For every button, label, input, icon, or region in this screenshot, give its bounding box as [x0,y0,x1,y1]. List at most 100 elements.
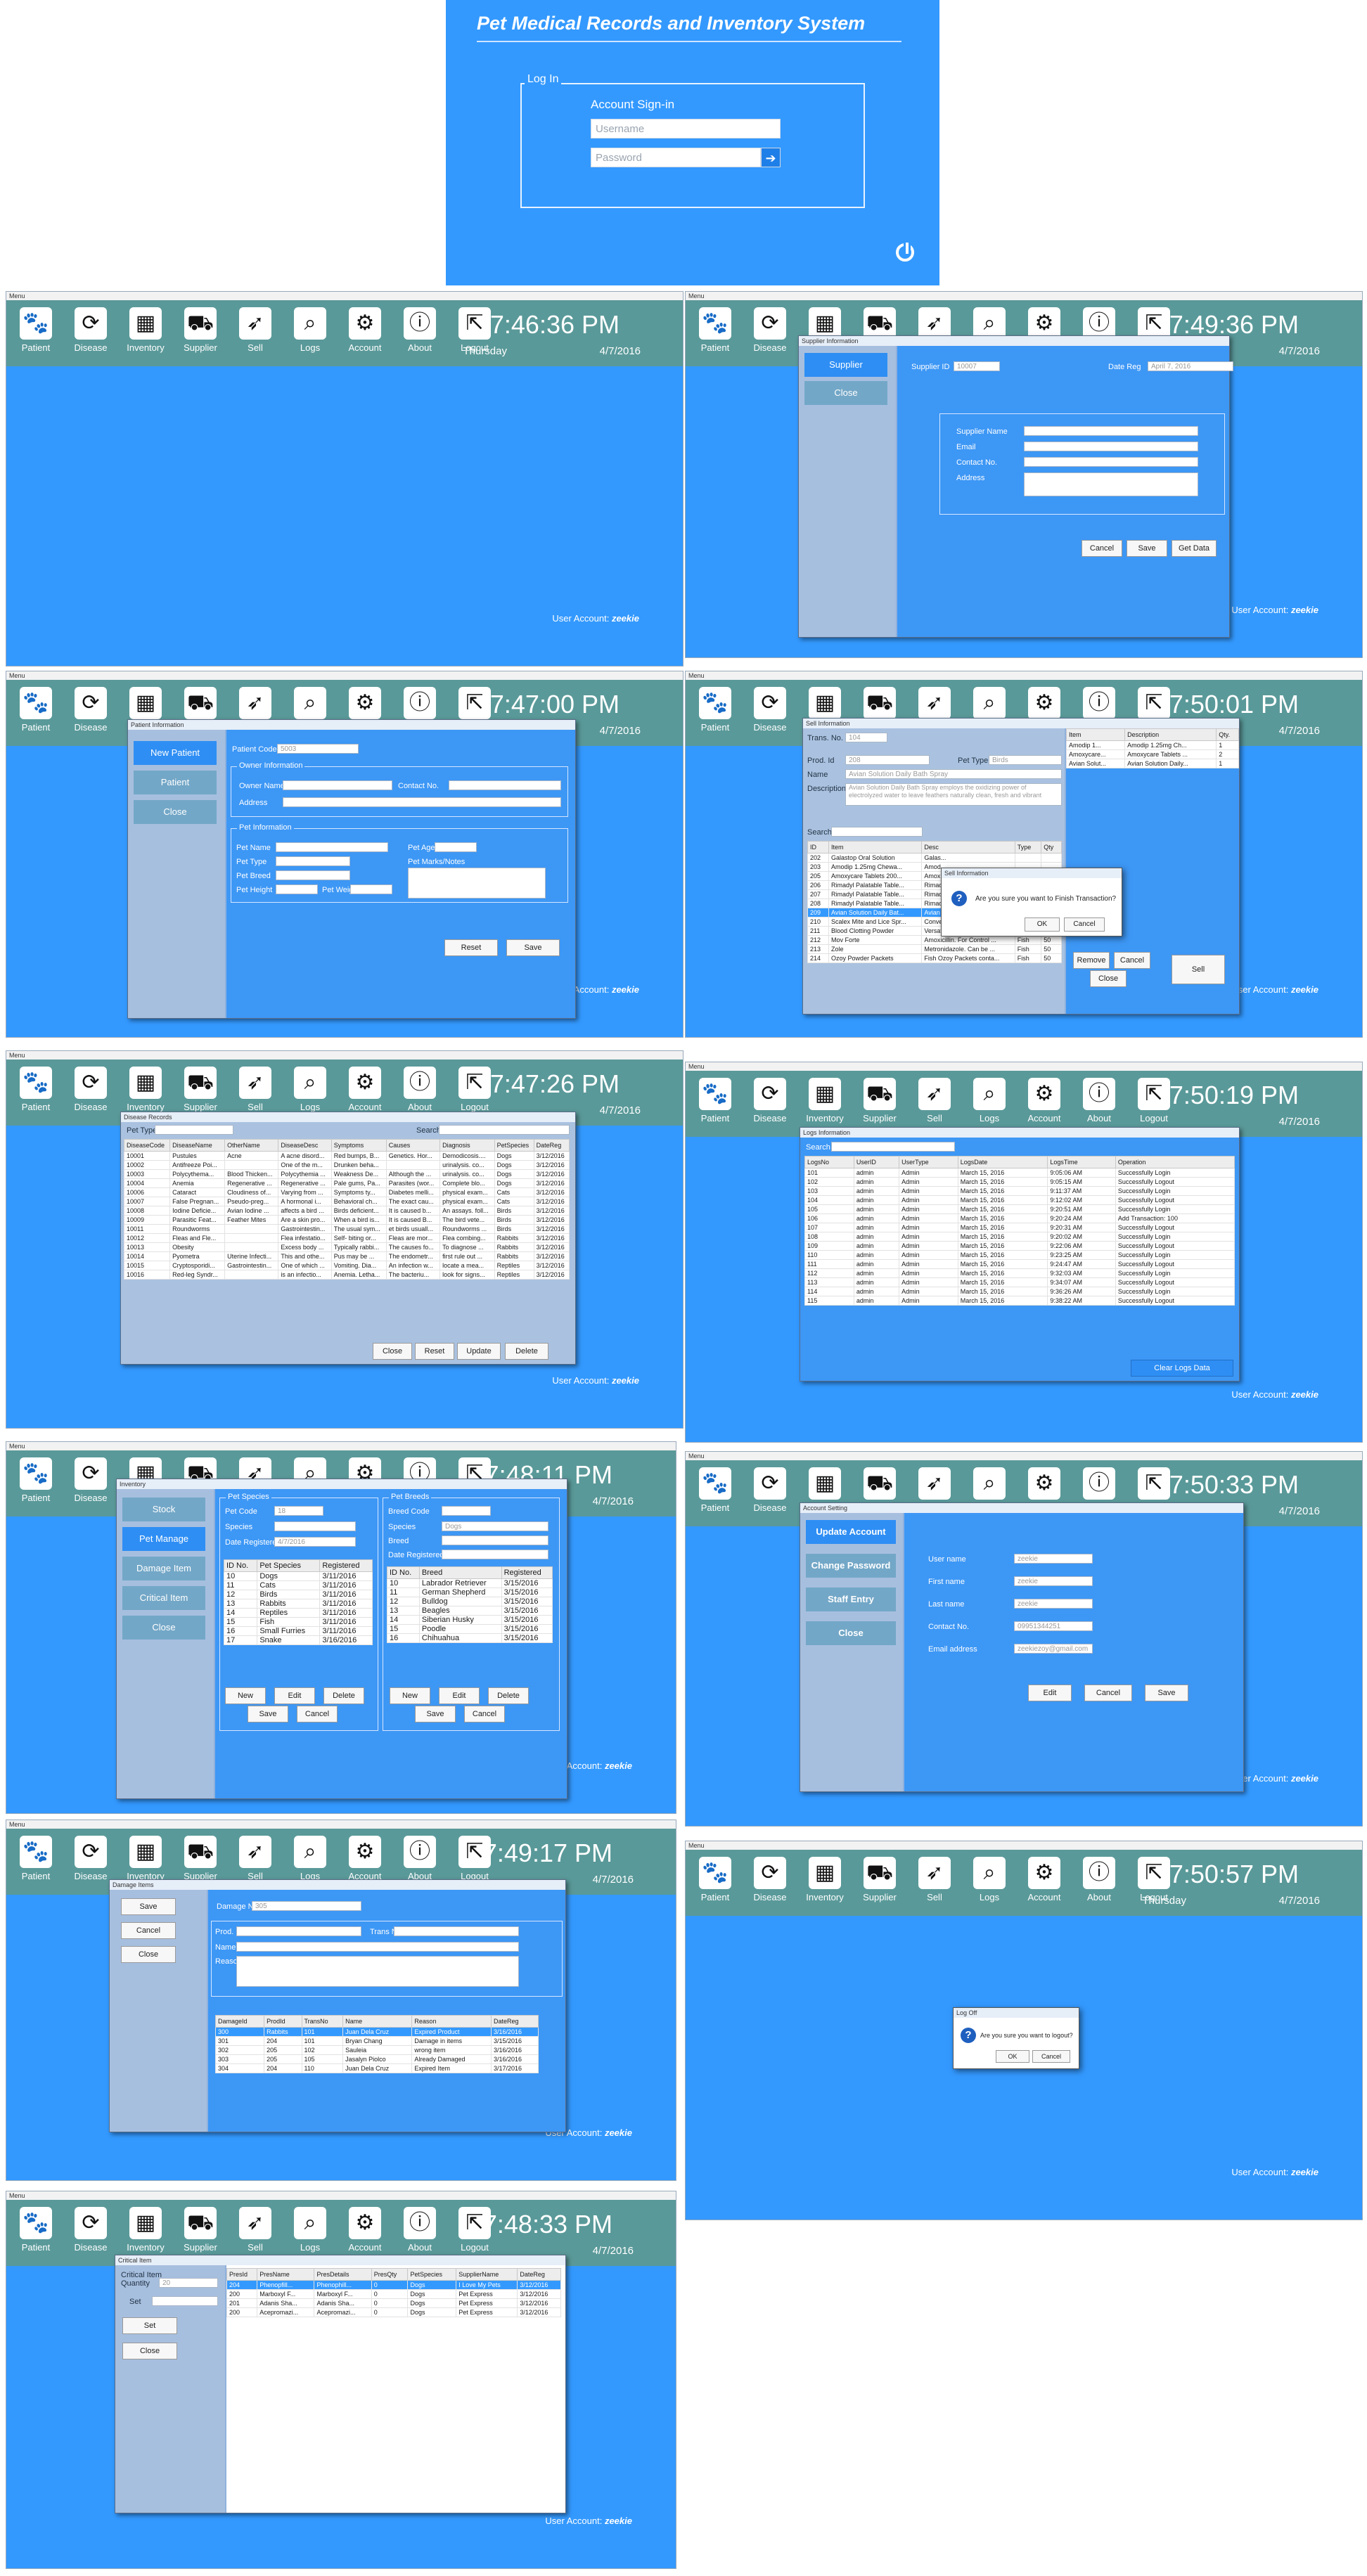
contact-field[interactable]: 09951344251 [1014,1621,1093,1631]
toolbar-disease-button[interactable]: ⟳ Disease [746,1467,794,1513]
toolbar-patient-button[interactable]: 🐾 Patient [12,2207,60,2253]
toolbar-supplier-button[interactable]: ⛟ Supplier [177,2207,224,2253]
column-header[interactable]: Description [1124,728,1217,741]
menu-bar[interactable]: Menu [686,1841,1362,1850]
menu-bar[interactable]: Menu [686,292,1362,300]
toolbar-about-button[interactable]: ⓘ About [396,307,444,353]
column-header[interactable]: Breed [418,1566,502,1579]
column-header[interactable]: UserID [853,1156,900,1168]
get-data-button[interactable]: Get Data [1172,540,1217,557]
toolbar-disease-button[interactable]: ⟳ Disease [67,307,115,353]
toolbar-inventory-button[interactable]: ▦ Inventory [801,1857,849,1902]
column-header[interactable]: DiseaseCode [123,1139,171,1152]
disease-table[interactable]: DiseaseCode DiseaseName OtherName DiseaseDe… [123,1139,570,1280]
menu-bar[interactable]: Menu [6,2191,676,2200]
table-row[interactable]: 10 Dogs 3/11/2016 [223,1571,373,1581]
toolbar-account-button[interactable]: ⚙ Account [1020,1857,1068,1902]
table-row[interactable]: 204 Phenopfill... Phenophill... 0 Dogs I Love… [226,2280,561,2290]
reset-button[interactable]: Reset [415,1343,454,1360]
toolbar-disease-button[interactable]: ⟳ Disease [67,1457,115,1503]
close-button[interactable]: Close [121,1946,176,1963]
table-row[interactable]: 115 admin Admin March 15, 2016 9:38:22 AM Suc… [804,1296,1236,1306]
toolbar-sell-button[interactable]: ➶ Sell [231,1067,279,1112]
set-button[interactable]: Set [122,2317,177,2334]
damage-no-field[interactable]: 305 [252,1901,361,1911]
column-header[interactable]: Qty. [1216,728,1239,741]
table-row[interactable]: 104 admin Admin March 15, 2016 9:12:02 AM Suc… [804,1195,1236,1205]
toolbar-inventory-button[interactable]: ▦ Inventory [122,1067,169,1112]
toolbar-disease-button[interactable]: ⟳ Disease [746,1078,794,1123]
toolbar-logs-button[interactable]: ⌕ Logs [286,1067,334,1112]
patient-code-field[interactable]: 5003 [277,744,359,754]
breed-table[interactable]: ID No. Breed Registered 10 Labrador Retrieve… [387,1566,553,1643]
sign-in-arrow-icon[interactable]: ➔ [761,148,781,167]
column-header[interactable]: DateReg [517,2268,561,2281]
toolbar-about-button[interactable]: ⓘ About [1075,1857,1123,1902]
column-header[interactable]: DamageId [214,2015,265,2028]
cancel-breed-button[interactable]: Cancel [464,1706,505,1722]
set-field[interactable] [152,2296,218,2306]
toolbar-patient-button[interactable]: 🐾 Patient [691,1857,739,1902]
close-button[interactable]: Close [1090,970,1127,987]
table-row[interactable]: 12 Bulldog 3/15/2016 [387,1597,553,1606]
column-header[interactable]: Name [342,2015,413,2028]
close-button[interactable]: Close [122,2343,177,2359]
menu-bar[interactable]: Menu [6,1442,676,1450]
column-header[interactable]: Registered [319,1559,373,1572]
table-row[interactable]: 213 Zole Metronidazole. Can be ... Fish 50 [807,944,1062,954]
power-icon[interactable] [896,240,914,262]
column-header[interactable]: LogsTime [1047,1156,1116,1168]
table-row[interactable]: Amodip 1... Amodip 1.25mg Ch... 1 [1065,740,1239,750]
email-field[interactable]: zeekiezoy@gmail.com [1014,1644,1093,1654]
table-row[interactable]: 13 Beagles 3/15/2016 [387,1606,553,1616]
close-tab[interactable]: Close [806,1621,896,1645]
close-tab[interactable]: Close [134,800,217,824]
table-row[interactable]: 110 admin Admin March 15, 2016 9:23:25 AM Suc… [804,1250,1236,1260]
table-row[interactable]: 10002 Antifreeze Poi... One of the m... Dru… [123,1160,570,1170]
menu-bar[interactable]: Menu [6,671,683,680]
table-row[interactable]: 13 Rabbits 3/11/2016 [223,1599,373,1609]
pet-name-field[interactable] [276,842,388,852]
column-header[interactable]: Pet Species [257,1559,321,1572]
column-header[interactable]: Diagnosis [439,1139,495,1152]
toolbar-patient-button[interactable]: 🐾 Patient [691,1078,739,1123]
menu-bar[interactable]: Menu [6,1051,683,1060]
table-row[interactable]: 105 admin Admin March 15, 2016 9:20:51 AM Suc… [804,1204,1236,1214]
toolbar-patient-button[interactable]: 🐾 Patient [691,307,739,353]
toolbar-patient-button[interactable]: 🐾 Patient [12,307,60,353]
table-row[interactable]: 10013 Obesity Excess body ... Typically rab… [123,1242,570,1252]
delete-species-button[interactable]: Delete [323,1687,364,1704]
table-row[interactable]: 301 204 101 Bryan Chang Damage in items 3/15/… [214,2036,539,2046]
pet-height-field[interactable] [276,884,318,894]
clear-logs-button[interactable]: Clear Logs Data [1131,1360,1233,1377]
stock-tab[interactable]: Stock [122,1498,205,1521]
supplier-id-field[interactable]: 10007 [954,361,1000,371]
column-header[interactable]: ID No. [223,1559,258,1572]
critical-table[interactable]: PresId PresName PresDetails PresQty PetSpeci… [226,2268,561,2317]
email-field[interactable] [1024,442,1198,451]
reason-field[interactable] [236,1956,519,1987]
toolbar-sell-button[interactable]: ➶ Sell [231,307,279,353]
first-name-field[interactable]: zeekie [1014,1576,1093,1586]
column-header[interactable]: LogsDate [957,1156,1048,1168]
table-row[interactable]: 112 admin Admin March 15, 2016 9:32:03 AM Suc… [804,1268,1236,1278]
column-header[interactable]: ProdId [264,2015,302,2028]
table-row[interactable]: 111 admin Admin March 15, 2016 9:24:47 AM Suc… [804,1259,1236,1269]
column-header[interactable]: PresDetails [314,2268,372,2281]
save-button[interactable]: Save [121,1898,176,1915]
menu-bar[interactable]: Menu [686,671,1362,680]
column-header[interactable]: Type [1014,841,1042,854]
edit-button[interactable]: Edit [1028,1685,1072,1701]
table-row[interactable]: 303 205 105 Jasalyn Piolco Already Damaged 3/… [214,2054,539,2064]
damage-table[interactable]: DamageId ProdId TransNo Name Reason DateReg 30… [214,2015,539,2073]
table-row[interactable]: 108 admin Admin March 15, 2016 9:20:02 AM Suc… [804,1232,1236,1242]
supplier-name-field[interactable] [1024,426,1198,436]
column-header[interactable]: DiseaseDesc [278,1139,332,1152]
table-row[interactable]: 106 admin Admin March 15, 2016 9:20:24 AM Add… [804,1213,1236,1223]
new-breed-button[interactable]: New [390,1687,430,1704]
toolbar-disease-button[interactable]: ⟳ Disease [67,1067,115,1112]
close-tab[interactable]: Close [804,381,887,405]
username-field[interactable]: zeekie [1014,1554,1093,1564]
cancel-button[interactable]: Cancel [1064,917,1105,932]
toolbar-inventory-button[interactable]: ▦ Inventory [122,307,169,353]
